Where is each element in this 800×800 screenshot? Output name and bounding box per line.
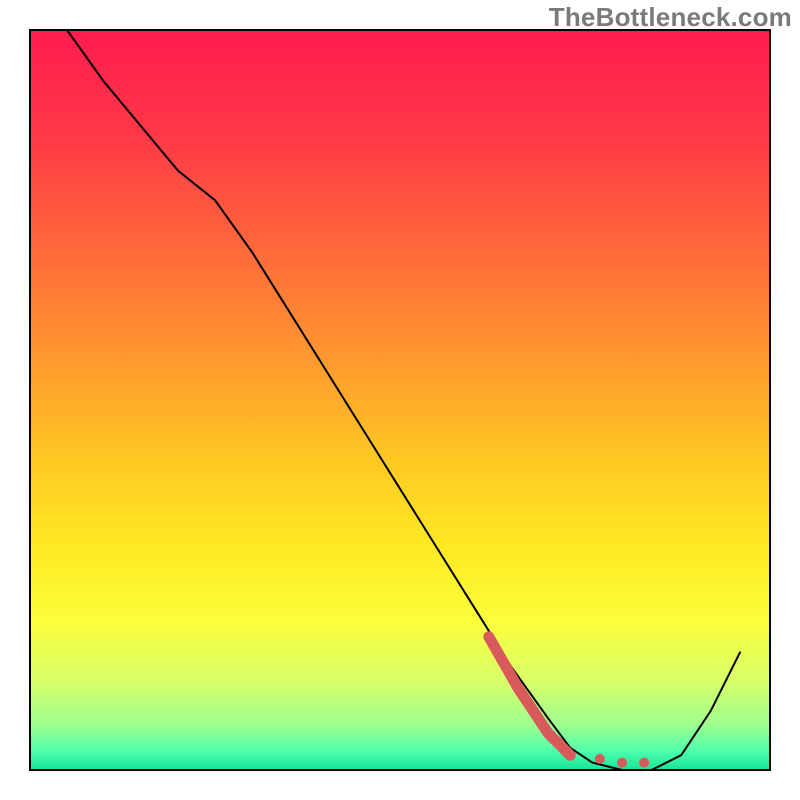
highlight-dot [617,758,627,768]
highlight-dot [565,750,575,760]
highlight-dot [595,754,605,764]
chart-container: TheBottleneck.com [0,0,800,800]
watermark-text: TheBottleneck.com [549,2,792,33]
highlight-dot [639,758,649,768]
plot-background [30,30,770,770]
bottleneck-chart [0,0,800,800]
